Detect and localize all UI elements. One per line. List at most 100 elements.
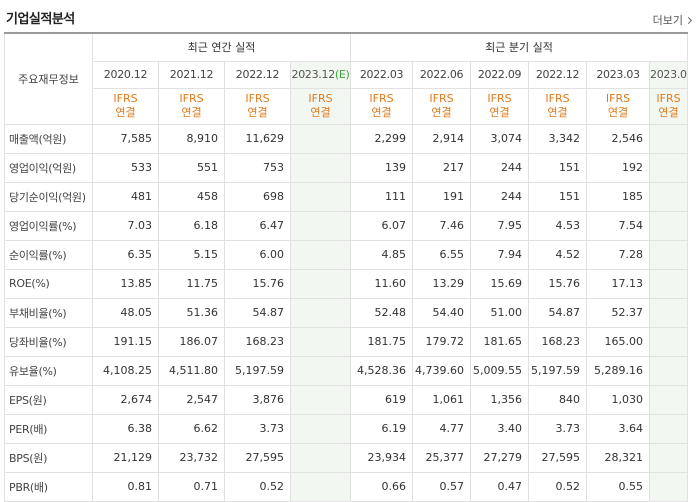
period-label: 2022.09 — [477, 68, 522, 81]
table-cell: 4.85 — [350, 239, 414, 270]
table-cell: 11.60 — [350, 268, 414, 299]
accounting-standard: IFRS 연결 — [528, 87, 588, 125]
table-row: PBR(배) 0.81 0.71 0.52 0.66 0.57 0.47 0.52 0.55 — [4, 471, 689, 502]
accounting-standard: IFRS 연결 — [412, 87, 472, 125]
table-cell: 6.07 — [350, 210, 414, 241]
table-cell: 0.52 — [528, 471, 588, 502]
table-cell: 181.75 — [350, 326, 414, 357]
row-label: BPS(원) — [4, 442, 93, 473]
accounting-line2: 연결 — [181, 106, 202, 119]
table-cell: 244 — [470, 181, 530, 212]
accounting-line2: 연결 — [310, 106, 331, 119]
table-row: ROE(%) 13.85 11.75 15.76 11.60 13.29 15.69 15.7… — [4, 268, 689, 299]
table-cell: 3.73 — [224, 413, 291, 444]
accounting-line1: IFRS — [656, 92, 681, 105]
accounting-line1: IFRS — [545, 92, 570, 105]
table-cell: 619 — [350, 384, 414, 415]
accounting-line2: 연결 — [431, 106, 452, 119]
table-cell — [289, 123, 352, 154]
table-cell: 4,528.36 — [350, 355, 414, 386]
group-quarterly: 최근 분기 실적 — [350, 32, 689, 62]
row-label: 순이익률(%) — [4, 239, 93, 270]
table-cell: 7.95 — [470, 210, 530, 241]
accounting-standard: IFRS 연결 — [92, 87, 159, 125]
table-cell: 217 — [412, 152, 472, 183]
accounting-line2: 연결 — [247, 106, 268, 119]
table-cell: 52.37 — [586, 297, 651, 328]
chevron-right-icon — [684, 16, 693, 25]
table-cell — [649, 384, 689, 415]
more-label: 더보기 — [652, 14, 683, 27]
table-cell: 185 — [586, 181, 651, 212]
group-header-row: 주요재무정보 최근 연간 실적 최근 분기 실적 — [4, 32, 689, 125]
table-cell: 1,061 — [412, 384, 472, 415]
accounting-standard: IFRS 연결 — [158, 87, 225, 125]
table-cell: 13.29 — [412, 268, 472, 299]
row-label: 유보율(%) — [4, 355, 93, 386]
accounting-standard: IFRS 연결 — [350, 87, 414, 125]
period-header: 2022.06 — [412, 60, 472, 89]
table-cell: 551 — [158, 152, 225, 183]
table-cell: 8,910 — [158, 123, 225, 154]
period-header: 2022.12 — [224, 60, 291, 89]
table-cell: 151 — [528, 181, 588, 212]
table-cell: 191 — [412, 181, 472, 212]
period-label: 2021.12 — [169, 68, 214, 81]
table-cell: 2,299 — [350, 123, 414, 154]
table-cell: 15.69 — [470, 268, 530, 299]
table-cell: 4,108.25 — [92, 355, 159, 386]
table-cell: 4,739.60 — [412, 355, 472, 386]
table-cell: 181.65 — [470, 326, 530, 357]
table-cell: 23,732 — [158, 442, 225, 473]
table-cell: 51.00 — [470, 297, 530, 328]
accounting-line2: 연결 — [607, 106, 629, 119]
table-cell: 3.64 — [586, 413, 651, 444]
table-cell: 52.48 — [350, 297, 414, 328]
accounting-line2: 연결 — [115, 106, 136, 119]
table-cell — [649, 210, 689, 241]
period-label: 2022.12 — [535, 68, 580, 81]
period-header: 2020.12 — [92, 60, 159, 89]
table-cell: 6.00 — [224, 239, 291, 270]
accounting-standard: IFRS 연결 — [224, 87, 291, 125]
table-cell: 0.52 — [224, 471, 291, 502]
row-label: EPS(원) — [4, 384, 93, 415]
table-cell: 3,074 — [470, 123, 530, 154]
accounting-line1: IFRS — [308, 92, 333, 105]
table-cell — [289, 413, 352, 444]
period-label: 2020.12 — [103, 68, 148, 81]
table-cell: 1,356 — [470, 384, 530, 415]
table-cell: 27,595 — [224, 442, 291, 473]
period-label: 2023.06 — [650, 68, 687, 81]
table-cell — [289, 268, 352, 299]
table-cell: 698 — [224, 181, 291, 212]
table-cell: 27,595 — [528, 442, 588, 473]
table-cell: 4.77 — [412, 413, 472, 444]
table-cell: 2,547 — [158, 384, 225, 415]
table-cell: 6.62 — [158, 413, 225, 444]
table-cell: 11,629 — [224, 123, 291, 154]
table-cell: 7.94 — [470, 239, 530, 270]
accounting-line2: 연결 — [658, 106, 679, 119]
more-link[interactable]: 더보기 — [652, 12, 693, 28]
table-cell — [649, 239, 689, 270]
table-row: BPS(원) 21,129 23,732 27,595 23,934 25,377 27,2… — [4, 442, 689, 473]
table-cell: 192 — [586, 152, 651, 183]
period-label: 2023.03 — [596, 68, 640, 81]
table-cell: 17.13 — [586, 268, 651, 299]
table-row: 영업이익(억원) 533 551 753 139 217 244 151 192 — [4, 152, 689, 183]
table-cell: 7,585 — [92, 123, 159, 154]
table-cell — [289, 181, 352, 212]
period-header: 2023.12(E) — [289, 60, 352, 89]
table-row: 매출액(억원) 7,585 8,910 11,629 2,299 2,914 3,074 3,… — [4, 123, 689, 154]
table-cell: 151 — [528, 152, 588, 183]
period-header: 2021.12 — [158, 60, 225, 89]
table-cell: 27,279 — [470, 442, 530, 473]
table-cell: 5,009.55 — [470, 355, 530, 386]
table-cell — [649, 442, 689, 473]
table-cell — [649, 413, 689, 444]
accounting-line1: IFRS — [429, 92, 454, 105]
accounting-line2: 연결 — [489, 106, 510, 119]
row-label: 영업이익(억원) — [4, 152, 93, 183]
table-cell: 533 — [92, 152, 159, 183]
